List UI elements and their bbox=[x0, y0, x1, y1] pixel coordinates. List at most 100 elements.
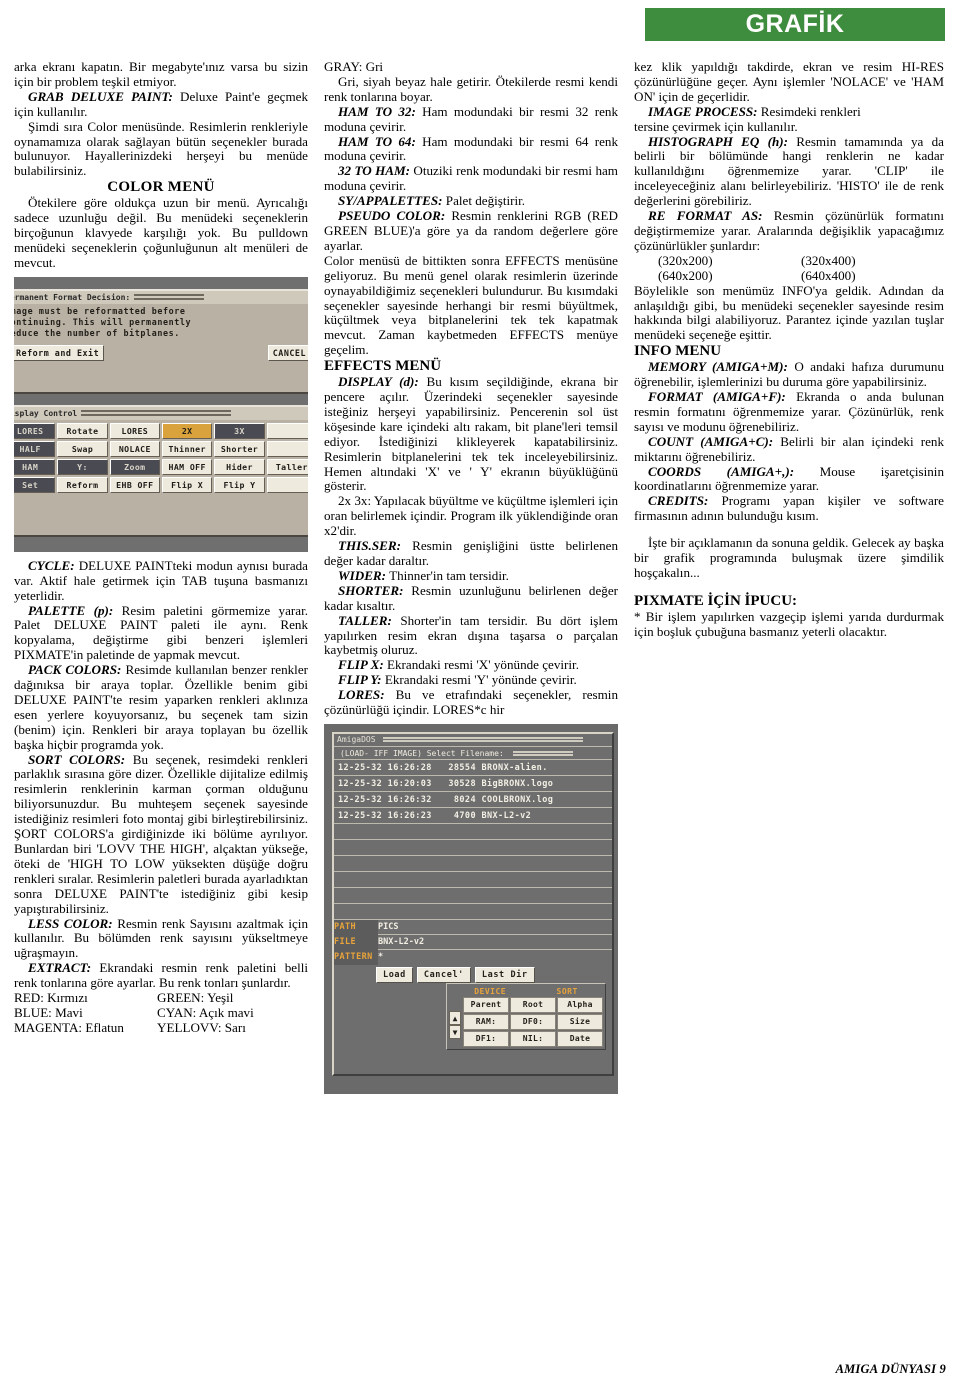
file-size: 28554 bbox=[448, 762, 476, 773]
set-button[interactable]: Set bbox=[14, 476, 56, 493]
color-name-right: GREEN: Yeşil bbox=[157, 990, 234, 1006]
section-heading-info-menu: INFO MENU bbox=[634, 343, 722, 360]
date-button[interactable]: Date bbox=[557, 1030, 603, 1047]
flip-y-button[interactable]: Flip Y bbox=[214, 476, 265, 493]
last-dir-button[interactable]: Last Dir bbox=[474, 966, 535, 983]
file-list-empty-row[interactable]: . bbox=[334, 902, 612, 919]
color-name-right: YELLOVV: Sarı bbox=[157, 1019, 246, 1035]
load-button[interactable]: Load bbox=[376, 966, 413, 983]
shorter-button[interactable]: Shorter bbox=[214, 440, 265, 457]
file-list-empty-row[interactable]: . bbox=[334, 838, 612, 855]
parent-button[interactable]: Parent bbox=[463, 996, 509, 1013]
file-list-item[interactable]: 12-25-32 16:26:32 8024 COOLBRONX.log bbox=[334, 790, 612, 807]
ham-off-button[interactable]: HAM OFF bbox=[161, 458, 213, 475]
scroll-down-icon[interactable]: ▼ bbox=[449, 1024, 461, 1039]
pattern-field-row[interactable]: PATTERN * bbox=[334, 948, 612, 965]
file-size: 30528 bbox=[448, 778, 476, 789]
paragraph: LESS COLOR: Resmin renk Sayısını azaltma… bbox=[14, 916, 308, 962]
control-button[interactable] bbox=[266, 476, 308, 493]
file-label: FILE bbox=[334, 934, 378, 950]
file-time: 16:26:32 bbox=[387, 794, 432, 805]
swap-button[interactable]: Swap bbox=[57, 440, 108, 457]
file-list-item[interactable]: 12-25-32 16:26:23 4700 BNX-L2-v2 bbox=[334, 806, 612, 823]
taller-button[interactable]: Taller bbox=[266, 458, 308, 475]
run-in-head: SORT COLORS: bbox=[28, 751, 126, 767]
control-button[interactable] bbox=[266, 440, 308, 457]
run-in-head: FLIP Y: bbox=[338, 672, 382, 688]
display-control-title: Display Control bbox=[14, 408, 78, 418]
text-column-2: GRAY: Gri Gri, siyah beyaz hale getirir.… bbox=[324, 59, 634, 1350]
scroll-up-icon[interactable]: ▲ bbox=[449, 1010, 461, 1025]
paragraph: Ötekilere göre oldukça uzun bir menü. Ay… bbox=[14, 195, 308, 270]
section-heading-color-menu: COLOR MENÜ bbox=[107, 179, 215, 196]
ham-button[interactable]: HAM bbox=[14, 458, 56, 475]
path-field-row[interactable]: PATH PICS bbox=[334, 918, 612, 935]
df0-button[interactable]: DF0: bbox=[510, 1013, 556, 1030]
reform-and-exit-button[interactable]: Reform and Exit bbox=[14, 344, 105, 361]
file-list-item[interactable]: 12-25-32 16:20:03 30528 BigBRONX.logo bbox=[334, 774, 612, 791]
requester-window: AmigaDOS (LOAD- IFF IMAGE) Select Filena… bbox=[332, 731, 614, 1076]
paragraph: Color menüsü de bittikten sonra EFFECTS … bbox=[324, 252, 618, 358]
cancel-button[interactable]: Cancel' bbox=[416, 966, 471, 983]
sort-header: SORT bbox=[556, 986, 578, 996]
cancel-button[interactable]: CANCEL bbox=[267, 344, 308, 361]
size-button[interactable]: Size bbox=[557, 1013, 603, 1030]
control-button[interactable]: LORES bbox=[14, 422, 56, 439]
df1-button[interactable]: DF1: bbox=[463, 1030, 509, 1047]
hider-button[interactable]: Hider bbox=[214, 458, 265, 475]
file-list-empty-row[interactable]: . bbox=[334, 822, 612, 839]
rotate-button[interactable]: Rotate bbox=[57, 422, 108, 439]
nolace-button[interactable]: NOLACE bbox=[109, 440, 160, 457]
file-list-item[interactable]: 12-25-32 16:26:28 28554 BRONX-alien. bbox=[334, 758, 612, 775]
flip-x-button[interactable]: Flip X bbox=[161, 476, 213, 493]
2x-button[interactable]: 2X bbox=[161, 422, 213, 439]
scroll-arrows: . ▲ ▼ bbox=[449, 997, 461, 1039]
pattern-value: * bbox=[378, 951, 384, 962]
paragraph: MEMORY (AMIGA+M): O andaki hafıza durumu… bbox=[634, 359, 944, 390]
paragraph: DISPLAY (d): Bu kısım seçildiğinde, ekra… bbox=[324, 374, 618, 494]
file-list-empty-row[interactable]: . bbox=[334, 870, 612, 887]
zoom-button[interactable]: Zoom bbox=[109, 458, 160, 475]
paragraph: SY/APPALETTES: Palet değiştirir. bbox=[324, 193, 618, 209]
file-list-empty-row[interactable]: . bbox=[334, 886, 612, 903]
page-title: GRAFİK bbox=[745, 10, 845, 38]
paragraph: CREDITS: Programı yapan kişiler ve softw… bbox=[634, 493, 944, 524]
control-button[interactable] bbox=[266, 422, 308, 439]
dialog-line-1: Image must be reformatted before bbox=[14, 305, 186, 316]
ram-button[interactable]: RAM: bbox=[463, 1013, 509, 1030]
run-in-head: IMAGE PROCESS: bbox=[648, 103, 758, 119]
requester-subtitle-text: (LOAD- IFF IMAGE) Select Filename: bbox=[340, 748, 504, 758]
page-header-banner: GRAFİK bbox=[645, 8, 945, 41]
root-button[interactable]: Root bbox=[510, 996, 556, 1013]
ehb-off-button[interactable]: EHB OFF bbox=[109, 476, 160, 493]
reform-button[interactable]: Reform bbox=[57, 476, 108, 493]
requester-titlebar: AmigaDOS bbox=[334, 733, 612, 746]
file-date: 12-25-32 bbox=[338, 778, 383, 789]
alpha-button[interactable]: Alpha bbox=[557, 996, 603, 1013]
paragraph: GRAB DELUXE PAINT: Deluxe Paint'e geçmek… bbox=[14, 89, 308, 120]
nil-button[interactable]: NIL: bbox=[510, 1030, 556, 1047]
file-date: 12-25-32 bbox=[338, 810, 383, 821]
device-sort-grid: Parent Root Alpha RAM: DF0: Size DF1: NI… bbox=[463, 996, 603, 1047]
3x-button[interactable]: 3X bbox=[214, 422, 265, 439]
paragraph: Gri, siyah beyaz hale getirir. Ötekilerd… bbox=[324, 73, 618, 104]
lores-button[interactable]: LORES bbox=[109, 422, 160, 439]
path-label: PATH bbox=[334, 919, 378, 935]
paragraph: COORDS (AMIGA+,): Mouse işaretçisinin ko… bbox=[634, 464, 944, 495]
thinner-button[interactable]: Thinner bbox=[161, 440, 213, 457]
device-header: DEVICE bbox=[474, 986, 507, 996]
paragraph: Böylelikle son menümüz INFO'ya geldik. A… bbox=[634, 282, 944, 343]
control-button[interactable]: HALF bbox=[14, 440, 56, 457]
paragraph: İşte bir açıklamanın da sonuna geldik. G… bbox=[634, 535, 944, 580]
y-field[interactable]: Y: bbox=[57, 458, 108, 475]
file-list-empty-row[interactable]: . bbox=[334, 854, 612, 871]
paragraph: GRAY: Gri bbox=[324, 59, 384, 74]
file-field-row[interactable]: FILE BNX-L2-v2 bbox=[334, 933, 612, 950]
paragraph: arka ekranı kapatın. Bir megabyte'ınız v… bbox=[14, 59, 308, 89]
paragraph-text: Thinner'in tam tersidir. bbox=[386, 567, 509, 583]
resolution-right: (640x400) bbox=[801, 267, 856, 283]
paragraph: HAM TO 64: Ham modundaki bir resmi 64 re… bbox=[324, 134, 618, 165]
paragraph-text: Palet değiştirir. bbox=[442, 193, 526, 209]
run-in-head: PALETTE (p): bbox=[28, 602, 114, 618]
resolution-left: (320x200) bbox=[658, 252, 713, 268]
